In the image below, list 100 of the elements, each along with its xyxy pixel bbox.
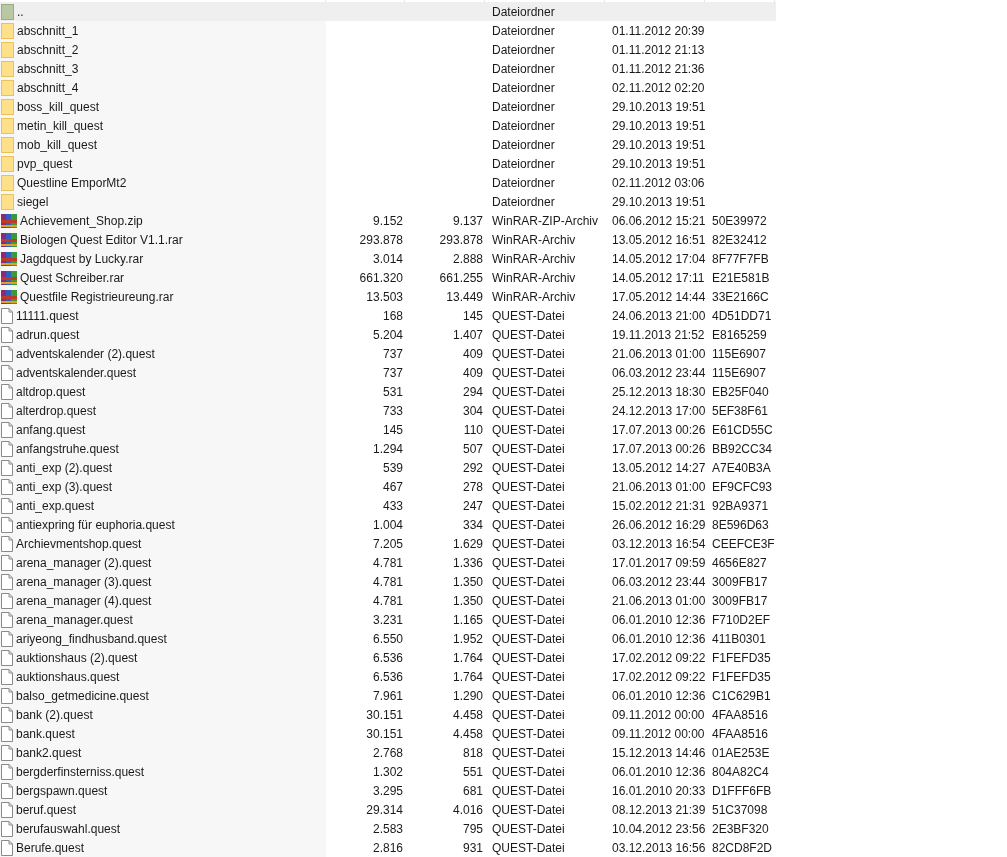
packed-size-value: 4.458 bbox=[452, 706, 483, 724]
file-type: QUEST-Datei bbox=[492, 535, 565, 553]
modified-date: 17.02.2012 09:22 bbox=[612, 649, 706, 667]
modified-date: 24.06.2013 21:00 bbox=[612, 307, 706, 325]
file-type: QUEST-Datei bbox=[492, 706, 565, 724]
modified-date: 14.05.2012 17:11 bbox=[612, 269, 705, 287]
file-name: Archievmentshop.quest bbox=[16, 535, 142, 553]
packed-size-value: 247 bbox=[462, 497, 483, 515]
file-type: QUEST-Datei bbox=[492, 744, 565, 762]
file-name: beruf.quest bbox=[16, 801, 77, 819]
file-row[interactable]: .. Dateiordner bbox=[0, 2, 776, 21]
file-name: Quest Schreiber.rar bbox=[20, 269, 125, 287]
file-type: Dateiordner bbox=[492, 155, 555, 173]
archive-icon bbox=[1, 250, 17, 267]
modified-date: 01.11.2012 20:39 bbox=[612, 22, 705, 40]
crc-value: 51C37098 bbox=[712, 801, 768, 819]
file-type: QUEST-Datei bbox=[492, 611, 565, 629]
document-icon bbox=[1, 535, 13, 552]
file-type: WinRAR-Archiv bbox=[492, 269, 576, 287]
document-icon bbox=[1, 630, 13, 647]
size-value: 29.314 bbox=[366, 801, 403, 819]
file-name: adventskalender.quest bbox=[16, 364, 137, 382]
file-type: QUEST-Datei bbox=[492, 782, 565, 800]
packed-size-value: 4.458 bbox=[452, 725, 483, 743]
document-icon bbox=[1, 364, 13, 381]
packed-size-value: 1.350 bbox=[452, 573, 483, 591]
file-row[interactable]: anfang.quest 145 110 QUEST-Datei 17.07.2013 00:26 E61CD55C bbox=[0, 420, 776, 439]
packed-size-value: 1.764 bbox=[452, 668, 483, 686]
size-value: 4.781 bbox=[372, 554, 403, 572]
size-value: 1.294 bbox=[372, 440, 403, 458]
modified-date: 08.12.2013 21:39 bbox=[612, 801, 706, 819]
file-type: QUEST-Datei bbox=[492, 497, 565, 515]
file-name: Jagdquest by Lucky.rar bbox=[20, 250, 144, 268]
crc-value: 4FAA8516 bbox=[712, 725, 769, 743]
crc-value: 50E39972 bbox=[712, 212, 767, 230]
modified-date: 02.11.2012 02:20 bbox=[612, 79, 705, 97]
file-type: Dateiordner bbox=[492, 41, 555, 59]
packed-size-value: 9.137 bbox=[452, 212, 483, 230]
file-name: abschnitt_3 bbox=[17, 60, 79, 78]
size-value: 3.014 bbox=[372, 250, 403, 268]
file-name: siegel bbox=[17, 193, 49, 211]
file-name: abschnitt_4 bbox=[17, 79, 79, 97]
file-name: 11111.quest bbox=[16, 307, 79, 325]
packed-size-value: 293.878 bbox=[439, 231, 483, 249]
packed-size-value: 4.016 bbox=[452, 801, 483, 819]
file-type: QUEST-Datei bbox=[492, 820, 565, 838]
document-icon bbox=[1, 383, 13, 400]
file-name: bergspawn.quest bbox=[16, 782, 108, 800]
size-value: 7.205 bbox=[372, 535, 403, 553]
packed-size-value: 334 bbox=[462, 516, 483, 534]
size-value: 4.781 bbox=[372, 592, 403, 610]
folder-icon bbox=[1, 174, 14, 191]
file-row[interactable]: Archievmentshop.quest 7.205 1.629 QUEST-Datei 03.12.2013 16:54 CEEFCE3F bbox=[0, 534, 776, 553]
file-type: Dateiordner bbox=[492, 3, 555, 21]
modified-date: 06.01.2010 12:36 bbox=[612, 687, 706, 705]
document-icon bbox=[1, 763, 13, 780]
size-value: 1.302 bbox=[372, 763, 403, 781]
packed-size-value: 294 bbox=[462, 383, 483, 401]
document-icon bbox=[1, 611, 13, 628]
file-name: berufauswahl.quest bbox=[16, 820, 121, 838]
packed-size-value: 409 bbox=[462, 345, 483, 363]
folder-icon bbox=[1, 136, 14, 153]
file-name: altdrop.quest bbox=[16, 383, 86, 401]
size-value: 3.231 bbox=[372, 611, 403, 629]
modified-date: 06.06.2012 15:21 bbox=[612, 212, 706, 230]
size-value: 733 bbox=[382, 402, 403, 420]
packed-size-value: 1.165 bbox=[452, 611, 483, 629]
modified-date: 17.05.2012 14:44 bbox=[612, 288, 706, 306]
modified-date: 16.01.2010 20:33 bbox=[612, 782, 706, 800]
crc-value: A7E40B3A bbox=[712, 459, 771, 477]
modified-date: 17.02.2012 09:22 bbox=[612, 668, 706, 686]
file-name: pvp_quest bbox=[17, 155, 73, 173]
modified-date: 17.07.2013 00:26 bbox=[612, 421, 706, 439]
file-type: QUEST-Datei bbox=[492, 725, 565, 743]
packed-size-value: 795 bbox=[462, 820, 483, 838]
folder-icon bbox=[1, 41, 14, 58]
crc-value: F710D2EF bbox=[712, 611, 771, 629]
modified-date: 21.06.2013 01:00 bbox=[612, 478, 706, 496]
file-type: WinRAR-Archiv bbox=[492, 250, 576, 268]
size-value: 3.295 bbox=[372, 782, 403, 800]
document-icon bbox=[1, 440, 13, 457]
file-type: QUEST-Datei bbox=[492, 364, 565, 382]
packed-size-value: 110 bbox=[463, 421, 483, 439]
file-type: QUEST-Datei bbox=[492, 402, 565, 420]
folder-icon bbox=[1, 22, 14, 39]
file-name: bank (2).quest bbox=[16, 706, 93, 724]
crc-value: 3009FB17 bbox=[712, 592, 768, 610]
size-value: 661.320 bbox=[359, 269, 403, 287]
document-icon bbox=[1, 668, 13, 685]
size-value: 1.004 bbox=[372, 516, 403, 534]
size-value: 9.152 bbox=[372, 212, 403, 230]
size-value: 6.536 bbox=[372, 649, 403, 667]
modified-date: 24.12.2013 17:00 bbox=[612, 402, 706, 420]
crc-value: 115E6907 bbox=[712, 364, 766, 382]
packed-size-value: 1.336 bbox=[452, 554, 483, 572]
size-value: 737 bbox=[382, 364, 403, 382]
archive-icon bbox=[1, 288, 17, 305]
size-value: 531 bbox=[382, 383, 403, 401]
archive-icon bbox=[1, 231, 17, 248]
packed-size-value: 681 bbox=[462, 782, 483, 800]
